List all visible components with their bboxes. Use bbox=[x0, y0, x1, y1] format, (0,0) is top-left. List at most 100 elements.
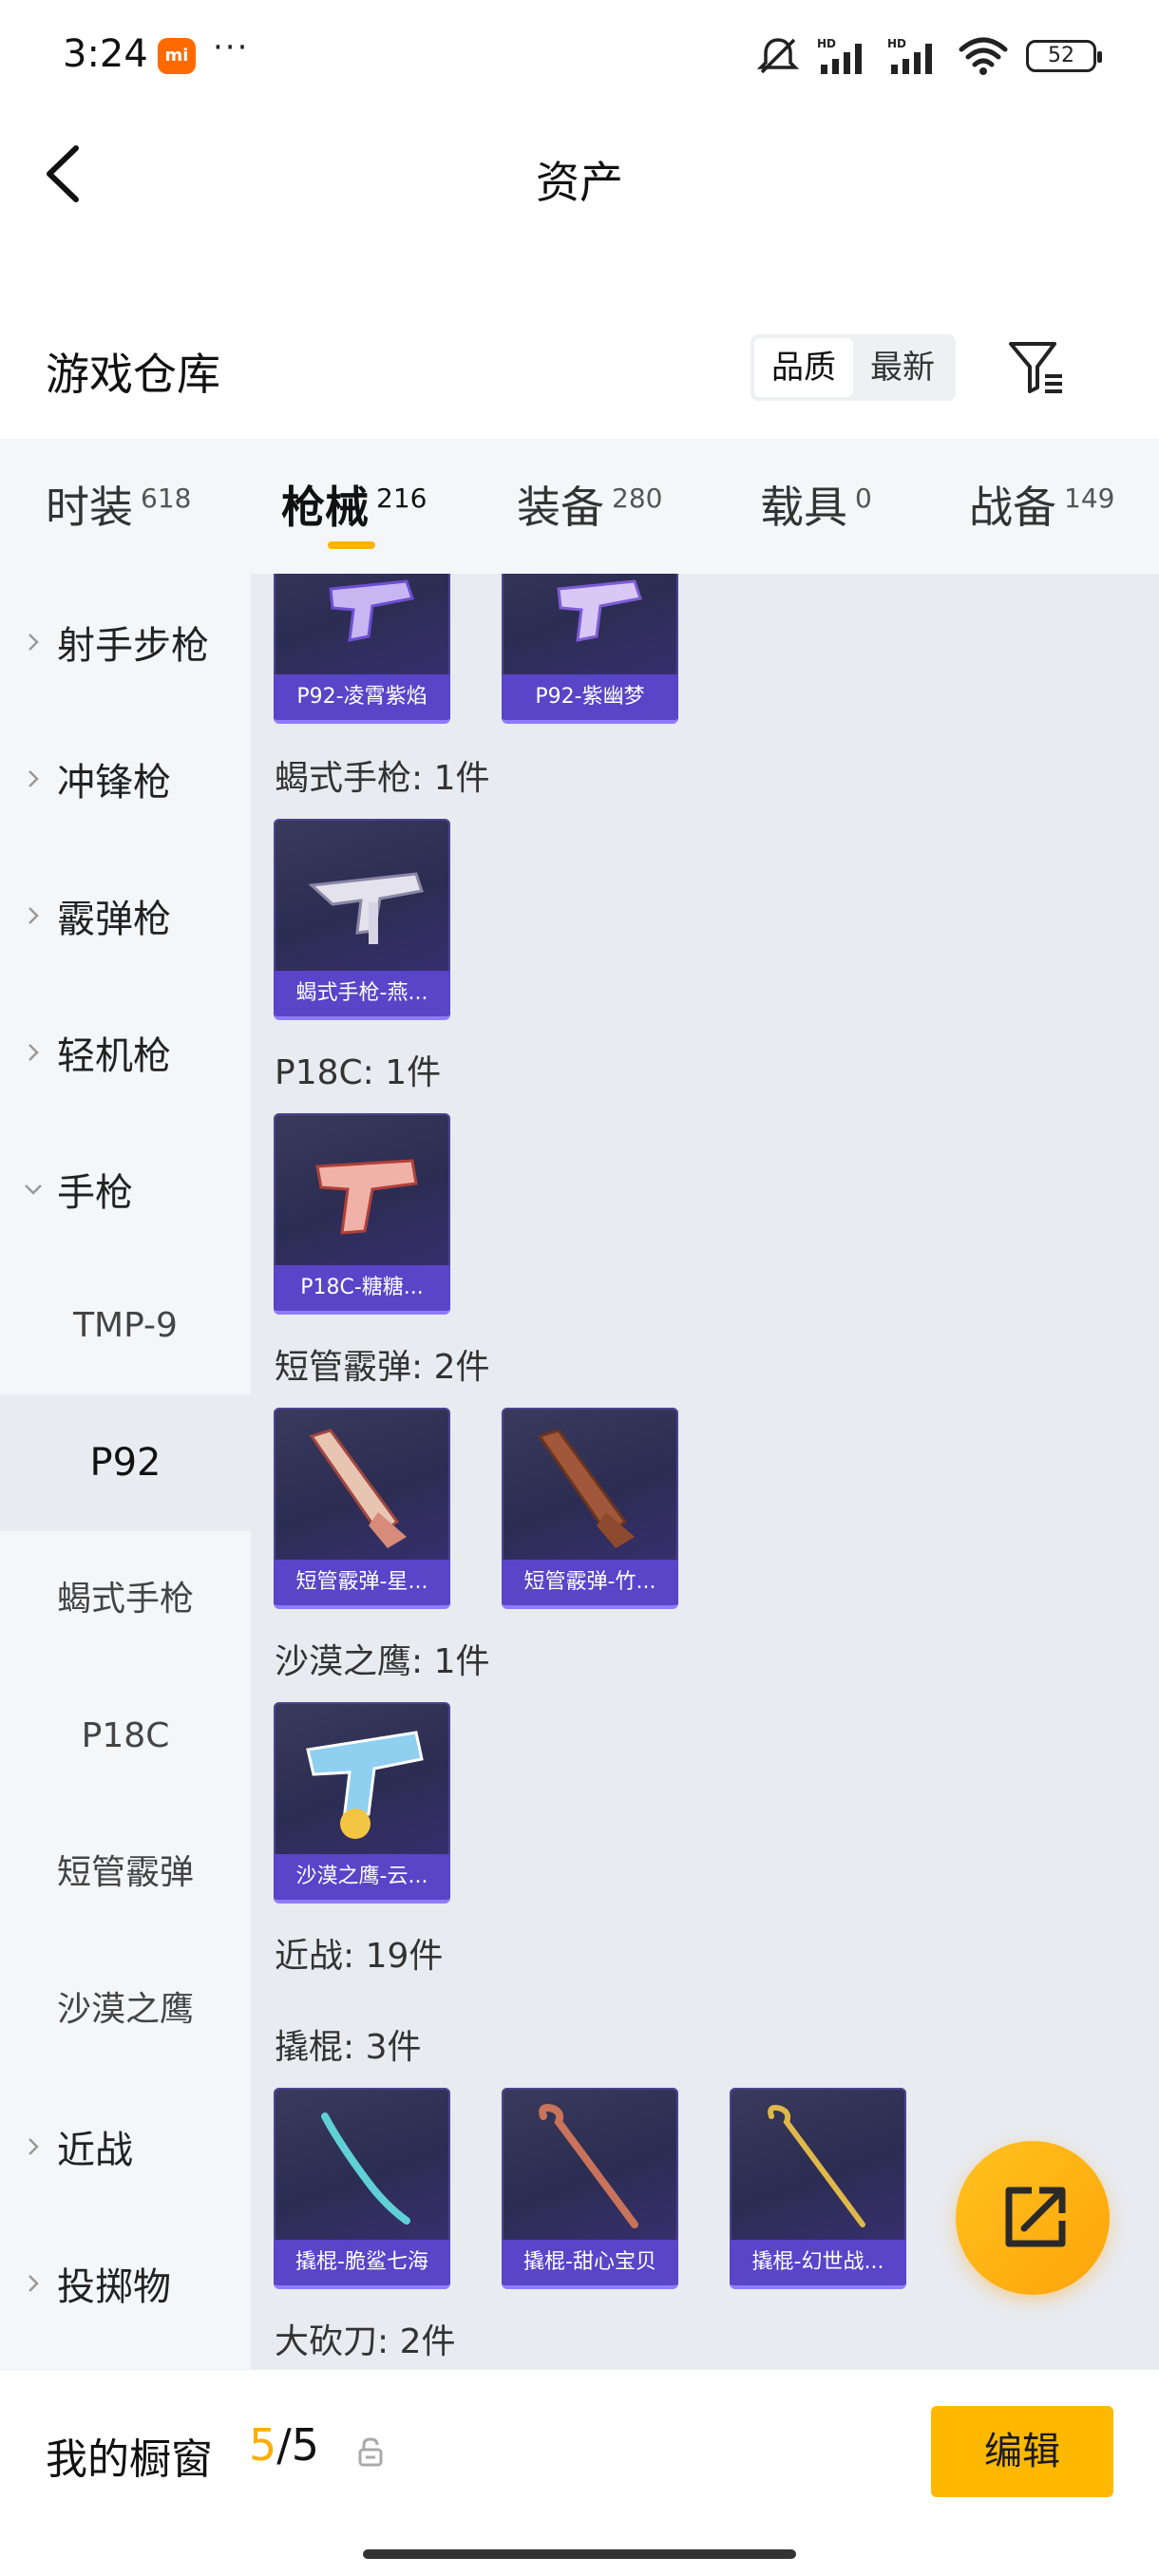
signal-1-icon: HD bbox=[817, 37, 862, 74]
nav-header: 资产 bbox=[0, 112, 1159, 247]
home-indicator[interactable] bbox=[363, 2549, 796, 2559]
skin-card[interactable]: 撬棍-脆鲨七海 bbox=[274, 2088, 450, 2289]
chevron-right-icon bbox=[28, 2275, 39, 2292]
pistol-skin-art bbox=[306, 1731, 424, 1839]
skin-card[interactable]: P92-紫幽梦 bbox=[502, 574, 678, 724]
skin-card-name: P92-紫幽梦 bbox=[502, 674, 678, 720]
chevron-down-icon bbox=[25, 1184, 42, 1195]
status-icons: HD HD 52 bbox=[756, 36, 1102, 76]
crowbar-skin-art bbox=[321, 2112, 410, 2225]
sidebar-item-label: 手枪 bbox=[57, 1171, 133, 1215]
group-label-scorpion: 蝎式手枪: 1件 bbox=[275, 759, 490, 798]
category-tabs: 时装 618 枪械 216 装备 280 载具 0 战备 149 bbox=[0, 439, 1159, 574]
shotgun-skin-art bbox=[309, 1429, 407, 1548]
sidebar-subitem-desert-eagle[interactable]: 沙漠之鹰 bbox=[0, 1941, 251, 2078]
sort-quality-button[interactable]: 品质 bbox=[754, 338, 853, 397]
skin-card-name: 沙漠之鹰-云... bbox=[274, 1854, 450, 1900]
chevron-right-icon bbox=[28, 907, 39, 924]
share-icon bbox=[1005, 2187, 1066, 2247]
sidebar-item-label: 射手步枪 bbox=[57, 624, 209, 668]
skin-card[interactable]: 撬棍-甜心宝贝 bbox=[502, 2088, 678, 2289]
status-bar: 3:24 mi ··· HD HD 52 bbox=[0, 0, 1159, 112]
skin-card-name: 撬棍-幻世战... bbox=[730, 2240, 906, 2285]
chevron-right-icon bbox=[28, 634, 39, 651]
sidebar-item-label: 霰弹枪 bbox=[57, 898, 171, 941]
share-fab-button[interactable] bbox=[956, 2141, 1110, 2295]
skin-card[interactable]: 短管霰弹-竹... bbox=[502, 1408, 678, 1609]
tab-vehicles[interactable]: 载具 0 bbox=[760, 473, 872, 536]
unlock-icon bbox=[358, 2437, 383, 2467]
skin-card[interactable]: 蝎式手枪-燕... bbox=[274, 819, 450, 1020]
tab-equipment[interactable]: 装备 280 bbox=[517, 473, 662, 536]
svg-text:HD: HD bbox=[817, 37, 836, 50]
tab-count: 0 bbox=[855, 483, 872, 514]
showcase-bar: 我的橱窗 5/5 编辑 bbox=[0, 2369, 1159, 2576]
sidebar-item-label: 投掷物 bbox=[57, 2265, 171, 2309]
group-label-crowbar: 撬棍: 3件 bbox=[275, 2028, 422, 2067]
showcase-label: 我的橱窗 bbox=[46, 2435, 213, 2484]
chevron-right-icon bbox=[28, 2138, 39, 2155]
filter-icon[interactable] bbox=[1005, 336, 1068, 399]
battery-icon: 52 bbox=[1026, 40, 1102, 72]
sidebar-subitem-sawed-off[interactable]: 短管霰弹 bbox=[0, 1805, 251, 1941]
sidebar-subitem-tmp9[interactable]: TMP-9 bbox=[0, 1258, 251, 1394]
sidebar-item-throwables[interactable]: 投掷物 bbox=[0, 2215, 251, 2352]
wifi-icon bbox=[959, 37, 1008, 75]
smg-pistol-skin-art bbox=[308, 872, 424, 944]
weapon-skin-list: P92-凌霄紫焰 P92-紫幽梦 蝎式手枪: 1件 蝎式手枪-燕... P18C… bbox=[251, 574, 1159, 2369]
warehouse-title: 游戏仓库 bbox=[46, 349, 220, 400]
tab-count: 149 bbox=[1064, 483, 1115, 514]
warehouse-row: 游戏仓库 品质 最新 bbox=[0, 313, 1159, 418]
page-title: 资产 bbox=[536, 157, 623, 208]
showcase-current: 5 bbox=[249, 2419, 277, 2471]
tab-count: 618 bbox=[141, 483, 192, 514]
tab-label: 时装 bbox=[46, 482, 133, 533]
sidebar-item-lmg[interactable]: 轻机枪 bbox=[0, 984, 251, 1121]
sidebar-item-shotgun[interactable]: 霰弹枪 bbox=[0, 847, 251, 984]
chevron-right-icon bbox=[28, 770, 39, 787]
skin-card[interactable]: 短管霰弹-星... bbox=[274, 1408, 450, 1609]
tab-battle-prep[interactable]: 战备 149 bbox=[969, 473, 1114, 536]
group-label-p18c: P18C: 1件 bbox=[275, 1053, 442, 1092]
mute-icon bbox=[756, 38, 800, 74]
sidebar-item-label: 冲锋枪 bbox=[57, 761, 171, 805]
edit-button[interactable]: 编辑 bbox=[931, 2406, 1113, 2497]
weapon-category-sidebar: 射手步枪 冲锋枪 霰弹枪 轻机枪 手枪 TMP-9 P92 蝎式手枪 P18C … bbox=[0, 574, 251, 2369]
status-time: 3:24 bbox=[63, 32, 148, 76]
sidebar-subitem-p18c[interactable]: P18C bbox=[0, 1668, 251, 1805]
group-label-sawed-off: 短管霰弹: 2件 bbox=[275, 1348, 490, 1387]
pistol-skin-art bbox=[329, 579, 414, 642]
skin-card-name: 短管霰弹-星... bbox=[274, 1560, 450, 1605]
sidebar-item-smg[interactable]: 冲锋枪 bbox=[0, 710, 251, 847]
showcase-separator: / bbox=[276, 2419, 292, 2471]
group-label-melee: 近战: 19件 bbox=[275, 1937, 444, 1976]
sort-newest-button[interactable]: 最新 bbox=[853, 338, 952, 397]
skin-card-name: P18C-糖糖... bbox=[274, 1265, 450, 1311]
more-notifications-icon: ··· bbox=[213, 28, 250, 66]
sidebar-subitem-scorpion-pistol[interactable]: 蝎式手枪 bbox=[0, 1531, 251, 1668]
skin-card-name: 蝎式手枪-燕... bbox=[274, 971, 450, 1016]
showcase-total: 5 bbox=[291, 2419, 320, 2471]
skin-card[interactable]: P92-凌霄紫焰 bbox=[274, 574, 450, 724]
shotgun-skin-art bbox=[537, 1429, 635, 1548]
sidebar-item-melee[interactable]: 近战 bbox=[0, 2078, 251, 2215]
sidebar-item-pistol[interactable]: 手枪 bbox=[0, 1121, 251, 1258]
sidebar-item-label: 近战 bbox=[57, 2129, 133, 2172]
skin-card[interactable]: P18C-糖糖... bbox=[274, 1113, 450, 1315]
skin-card-name: P92-凌霄紫焰 bbox=[274, 674, 450, 720]
sidebar-subitem-p92[interactable]: P92 bbox=[0, 1394, 251, 1531]
tab-firearms[interactable]: 枪械 216 bbox=[281, 473, 427, 536]
tab-fashion[interactable]: 时装 618 bbox=[46, 473, 191, 536]
crowbar-skin-art bbox=[768, 2105, 865, 2227]
sidebar-item-marksman-rifle[interactable]: 射手步枪 bbox=[0, 574, 251, 710]
skin-card[interactable]: 沙漠之鹰-云... bbox=[274, 1702, 450, 1904]
skin-card-name: 撬棍-甜心宝贝 bbox=[502, 2240, 678, 2285]
skin-card-name: 短管霰弹-竹... bbox=[502, 1560, 678, 1605]
tab-count: 280 bbox=[612, 483, 663, 514]
chevron-right-icon bbox=[28, 1044, 39, 1061]
active-tab-indicator bbox=[328, 541, 375, 549]
tab-label: 载具 bbox=[760, 482, 847, 533]
sort-toggle: 品质 最新 bbox=[750, 334, 956, 401]
skin-card[interactable]: 撬棍-幻世战... bbox=[730, 2088, 906, 2289]
showcase-count: 5/5 bbox=[249, 2419, 319, 2471]
